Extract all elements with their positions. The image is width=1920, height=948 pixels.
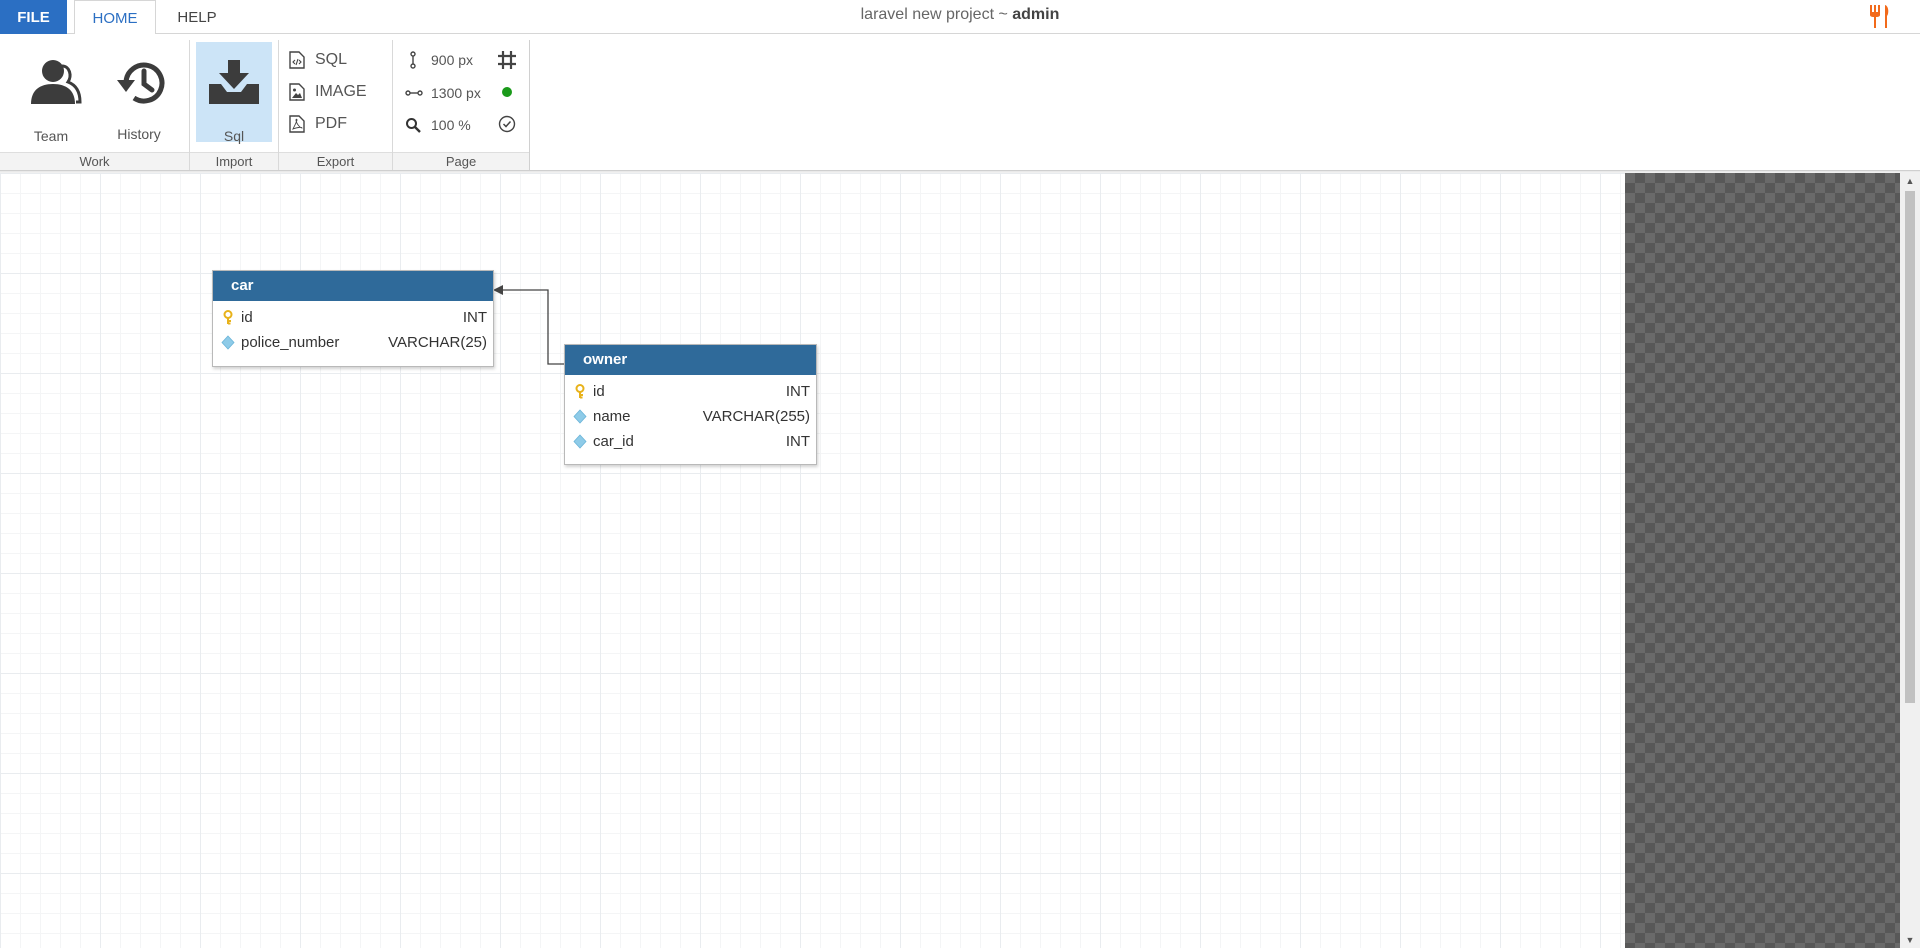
column-name: police_number	[241, 334, 340, 351]
group-work: Team History Work	[0, 40, 190, 170]
page-height-control[interactable]: 900 px	[407, 48, 473, 72]
column-name: id	[593, 383, 605, 400]
column-name: car_id	[593, 433, 634, 450]
table-car-header[interactable]: car	[213, 271, 493, 301]
sql-file-icon	[289, 51, 305, 69]
tab-help[interactable]: HELP	[165, 0, 229, 34]
column-type: INT	[785, 433, 810, 450]
team-label: Team	[33, 128, 69, 144]
team-icon	[31, 60, 82, 104]
group-page: 900 px 1300 px 100 % Page	[393, 40, 530, 170]
export-pdf-button[interactable]: PDF	[289, 112, 347, 136]
width-icon	[405, 90, 423, 96]
check-circle-icon[interactable]	[496, 113, 518, 135]
tab-bar: FILE HOME HELP	[0, 0, 1920, 35]
column-name: name	[593, 408, 631, 425]
page-width-value: 1300 px	[431, 85, 481, 101]
import-tray-icon	[209, 60, 259, 104]
grid-icon[interactable]	[496, 49, 518, 71]
column-type: VARCHAR(255)	[702, 408, 810, 425]
export-image-button[interactable]: IMAGE	[289, 80, 367, 104]
history-icon	[117, 62, 165, 104]
column-type: INT	[462, 309, 487, 326]
group-label-work: Work	[0, 152, 189, 170]
import-sql-label: Sql	[223, 128, 245, 144]
zoom-icon	[406, 118, 421, 133]
table-row[interactable]: id INT	[213, 305, 493, 330]
group-label-import: Import	[190, 152, 278, 170]
group-export: SQL IMAGE PDF Export	[279, 40, 393, 170]
vertical-scrollbar[interactable]: ▲ ▼	[1900, 173, 1920, 948]
history-label: History	[117, 126, 161, 142]
team-button[interactable]: Team	[14, 42, 88, 144]
canvas-outside-area	[1625, 173, 1900, 948]
tab-home[interactable]: HOME	[74, 0, 156, 35]
export-sql-button[interactable]: SQL	[289, 48, 347, 72]
pdf-file-icon	[289, 115, 305, 133]
column-type: INT	[785, 383, 810, 400]
tab-file[interactable]: FILE	[0, 0, 67, 34]
group-label-page: Page	[393, 152, 529, 170]
table-row[interactable]: car_id INT	[565, 429, 816, 454]
export-sql-label: SQL	[315, 51, 348, 68]
table-car[interactable]: car id INT police_number VARCHAR(25)	[212, 270, 494, 367]
column-type: VARCHAR(25)	[388, 334, 487, 351]
table-row[interactable]: id INT	[565, 379, 816, 404]
image-file-icon	[289, 83, 305, 101]
column-name: id	[241, 309, 253, 326]
zoom-value: 100 %	[431, 117, 471, 133]
history-button[interactable]: History	[102, 42, 176, 142]
table-row[interactable]: name VARCHAR(255)	[565, 404, 816, 429]
table-row[interactable]: police_number VARCHAR(25)	[213, 330, 493, 355]
ribbon: Team History Work Sql Import SQL IMAGE P…	[0, 34, 1920, 171]
scroll-thumb[interactable]	[1905, 191, 1915, 703]
page-height-value: 900 px	[431, 52, 474, 68]
primary-key-icon	[575, 384, 585, 399]
export-pdf-label: PDF	[315, 115, 347, 132]
scroll-down-arrow-icon[interactable]: ▼	[1900, 932, 1920, 948]
height-icon	[410, 51, 416, 69]
scroll-up-arrow-icon[interactable]: ▲	[1900, 173, 1920, 189]
zoom-control[interactable]: 100 %	[405, 113, 471, 137]
group-label-export: Export	[279, 152, 392, 170]
table-owner-header[interactable]: owner	[565, 345, 816, 375]
primary-key-icon	[223, 310, 233, 325]
table-owner[interactable]: owner id INT name VARCHAR(255) car_id IN…	[564, 344, 817, 465]
column-diamond-icon	[573, 409, 587, 424]
group-import: Sql Import	[190, 40, 279, 170]
column-diamond-icon	[221, 335, 235, 350]
export-image-label: IMAGE	[315, 83, 367, 100]
fork-knife-icon[interactable]	[1866, 3, 1892, 29]
page-width-control[interactable]: 1300 px	[405, 81, 481, 105]
import-sql-button[interactable]: Sql	[196, 42, 272, 144]
column-diamond-icon	[573, 434, 587, 449]
status-dot-icon[interactable]	[496, 81, 518, 103]
